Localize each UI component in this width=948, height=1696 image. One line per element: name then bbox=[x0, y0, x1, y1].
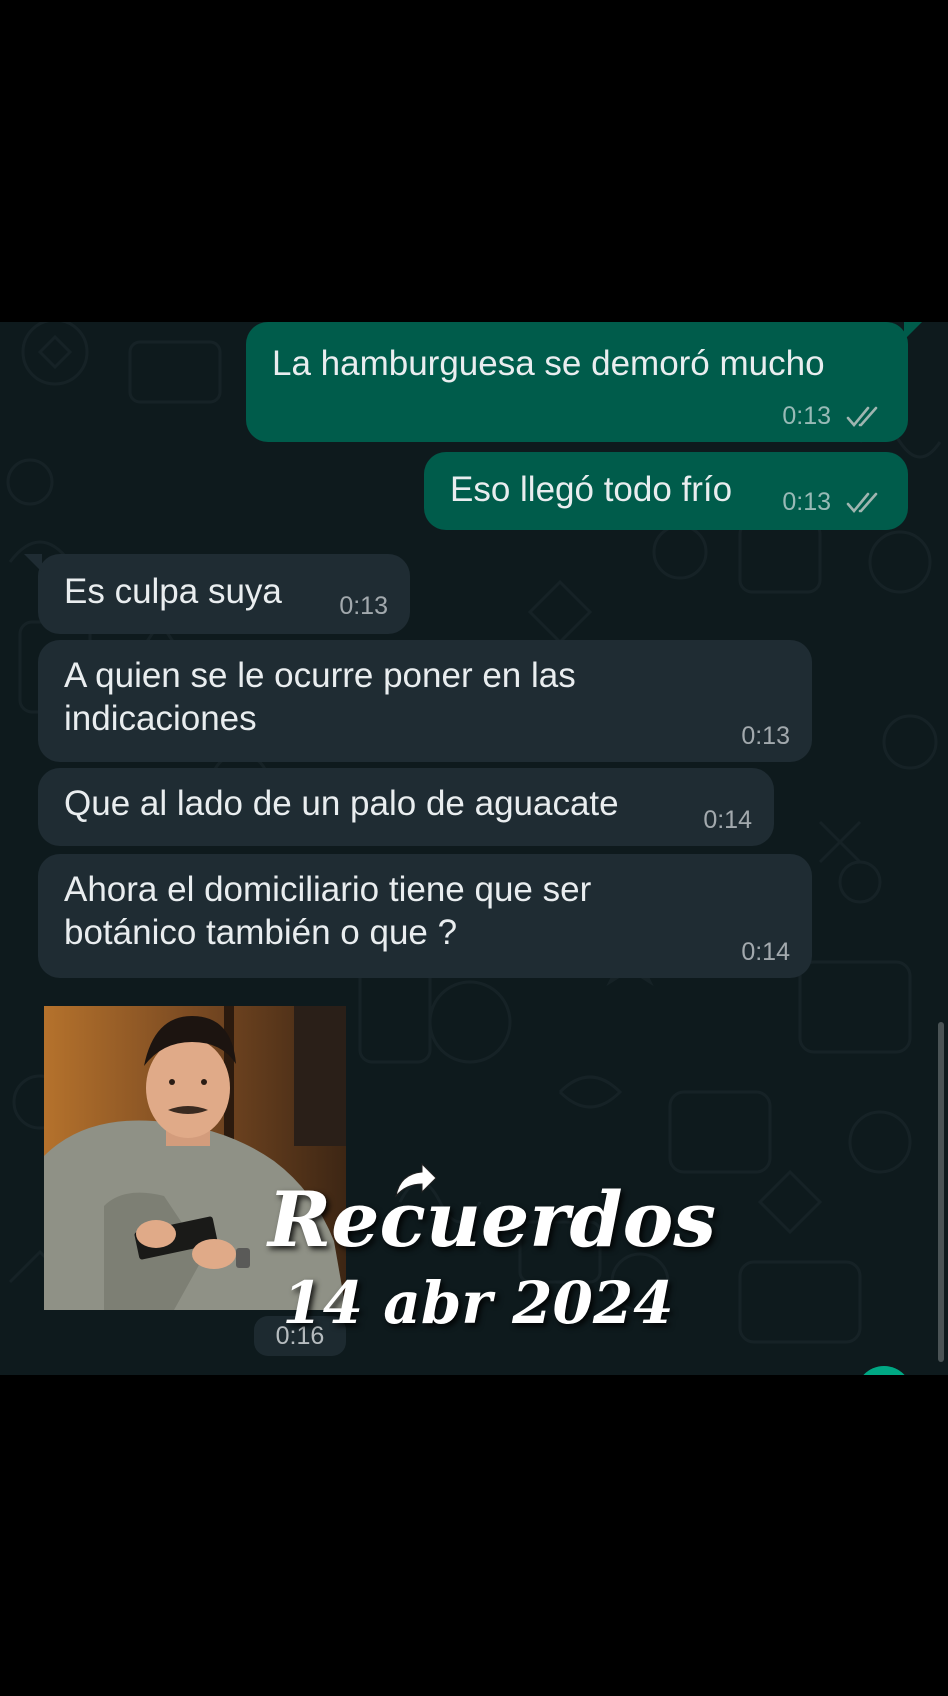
message-text: Ahora el domiciliario tiene que ser botá… bbox=[64, 870, 592, 952]
message-bubble-incoming[interactable]: Que al lado de un palo de aguacate 0:14 bbox=[38, 768, 774, 846]
message-meta: 0:13 bbox=[782, 488, 886, 516]
message-bubble-incoming[interactable]: Ahora el domiciliario tiene que ser botá… bbox=[38, 854, 812, 978]
message-bubble-outgoing[interactable]: Eso llegó todo frío 0:13 bbox=[424, 452, 908, 530]
double-check-icon bbox=[846, 493, 878, 514]
overlay-date: 14 abr 2024 bbox=[282, 1269, 674, 1337]
message-text: La hamburguesa se demoró mucho bbox=[272, 344, 825, 383]
message-time: 0:14 bbox=[741, 938, 790, 966]
message-text: A quien se le ocurre poner en las indica… bbox=[64, 656, 576, 738]
message-bubble-incoming[interactable]: Es culpa suya 0:13 bbox=[24, 554, 410, 634]
message-text: Eso llegó todo frío bbox=[450, 470, 733, 509]
message-text: Que al lado de un palo de aguacate bbox=[64, 784, 619, 823]
message-bubble-outgoing[interactable]: La hamburguesa se demoró mucho 0:13 bbox=[246, 322, 922, 442]
message-time: 0:13 bbox=[339, 592, 388, 620]
overlay-title: Recuerdos bbox=[268, 1175, 717, 1264]
message-text: Es culpa suya bbox=[64, 572, 282, 611]
message-meta: 0:13 bbox=[782, 402, 886, 430]
message-time: 0:14 bbox=[703, 806, 752, 834]
double-check-icon bbox=[846, 407, 878, 428]
bubble-tail bbox=[24, 554, 42, 572]
message-time: 0:13 bbox=[782, 402, 832, 430]
bubble-tail bbox=[904, 322, 922, 340]
message-time: 0:13 bbox=[741, 722, 790, 750]
scrollbar[interactable] bbox=[938, 1022, 944, 1362]
message-time: 0:13 bbox=[782, 488, 832, 516]
message-bubble-incoming[interactable]: A quien se le ocurre poner en las indica… bbox=[38, 640, 812, 762]
